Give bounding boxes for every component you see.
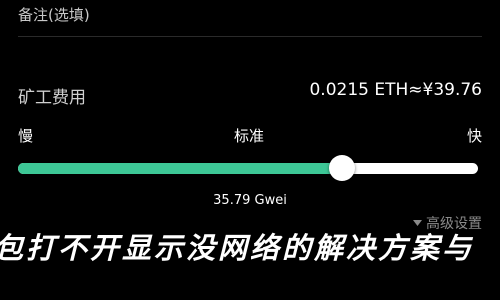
gas-price-value: 35.79 Gwei bbox=[213, 193, 287, 208]
miner-fee-label: 矿工费用 bbox=[18, 88, 86, 108]
overlay-headline: 包打不开显示没网络的解决方案与 bbox=[0, 231, 475, 265]
speed-fast-label: 快 bbox=[466, 127, 482, 145]
fee-slider-fill bbox=[18, 163, 343, 174]
speed-standard-label: 标准 bbox=[234, 127, 265, 145]
fee-slider-thumb[interactable] bbox=[329, 155, 356, 181]
remarks-divider bbox=[18, 36, 482, 37]
miner-fee-value: 0.0215 ETH≈¥39.76 bbox=[309, 80, 482, 100]
fee-slider-track[interactable] bbox=[18, 163, 478, 174]
remarks-input-label[interactable]: 备注(选填) bbox=[18, 4, 90, 25]
speed-slow-label: 慢 bbox=[18, 127, 34, 145]
